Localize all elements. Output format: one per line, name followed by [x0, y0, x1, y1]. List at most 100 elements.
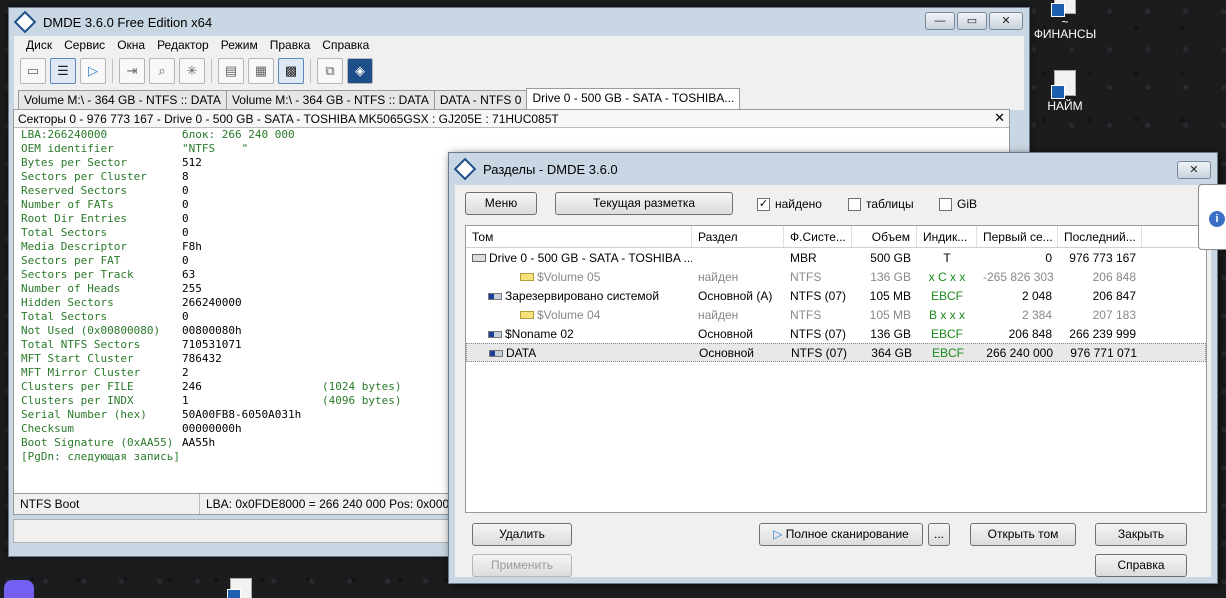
volume-name: Drive 0 - 500 GB - SATA - TOSHIBA ...	[489, 250, 692, 265]
cell-indicators: B x x x	[928, 307, 965, 322]
table-icon[interactable]: ▦	[248, 58, 274, 84]
column-header-partition[interactable]: Раздел	[692, 226, 784, 247]
cell-first-sector: 2 384	[1021, 307, 1052, 322]
goto-icon[interactable]: ⇥	[119, 58, 145, 84]
hex-field-name: Total NTFS Sectors	[21, 338, 141, 351]
minimize-button[interactable]: —	[925, 12, 955, 30]
hex-field-value: 0	[182, 254, 189, 267]
more-options-button[interactable]: ...	[928, 523, 950, 546]
column-header-fs[interactable]: Ф.Систе...	[784, 226, 852, 247]
main-titlebar[interactable]: DMDE 3.6.0 Free Edition x64 — ▭ ✕	[9, 8, 1029, 36]
gib-checkbox[interactable]: GiB	[939, 197, 977, 211]
menu-windows[interactable]: Окна	[111, 38, 151, 52]
menu-disk[interactable]: Диск	[20, 38, 58, 52]
folder-icon	[227, 578, 252, 598]
column-header-indicators[interactable]: Индик...	[917, 226, 977, 247]
open-volume-button[interactable]: Открыть том	[970, 523, 1076, 546]
column-header-size[interactable]: Объем	[852, 226, 917, 247]
table-row[interactable]: Зарезервировано системой Основной (A) NTFS…	[466, 286, 1206, 305]
menu-button[interactable]: Меню	[465, 192, 537, 215]
disk-icon[interactable]: ▭	[20, 58, 46, 84]
column-header-first-sector[interactable]: Первый се...	[977, 226, 1058, 247]
partitions-dialog: Разделы - DMDE 3.6.0 ✕ Меню Текущая разм…	[448, 152, 1218, 584]
close-dialog-button[interactable]: Закрыть	[1095, 523, 1187, 546]
tab-drive-0[interactable]: Drive 0 - 500 GB - SATA - TOSHIBA...	[526, 88, 741, 110]
volume-name: $Noname 02	[505, 326, 574, 341]
current-layout-button[interactable]: Текущая разметка	[555, 192, 733, 215]
find-icon[interactable]: ⌕	[149, 58, 175, 84]
cell-filesystem: MBR	[790, 250, 817, 265]
cell-partition: Основной (A)	[698, 288, 773, 303]
dialog-body: Меню Текущая разметка ✓ найдено таблицы …	[455, 185, 1211, 577]
viber-icon[interactable]	[4, 580, 34, 598]
table-row[interactable]: DATA Основной NTFS (07) 364 GB EBCF 266 240 0…	[466, 343, 1206, 362]
cell-indicators: EBCF	[930, 288, 963, 303]
maximize-button[interactable]: ▭	[957, 12, 987, 30]
menu-edit[interactable]: Правка	[264, 38, 317, 52]
hex-field-value: 710531071	[182, 338, 242, 351]
help-button[interactable]: Справка	[1095, 554, 1187, 577]
menu-service[interactable]: Сервис	[58, 38, 111, 52]
hex-field-name: Serial Number (hex)	[21, 408, 147, 421]
play-icon[interactable]: ▷	[80, 58, 106, 84]
split-icon[interactable]: ⧉	[317, 58, 343, 84]
tab-data-ntfs[interactable]: DATA - NTFS 0	[433, 90, 528, 110]
found-checkbox-label: найдено	[775, 197, 822, 211]
cell-partition: Основной	[698, 326, 754, 341]
hex-field-value: 00000000h	[182, 422, 242, 435]
cell-first-sector: 2 048	[1021, 288, 1052, 303]
desktop-icon-bottom[interactable]	[196, 578, 286, 598]
found-checkbox[interactable]: ✓ найдено	[757, 197, 822, 211]
cell-last-sector: 976 771 071	[1070, 345, 1137, 360]
cell-last-sector: 206 847	[1092, 288, 1136, 303]
status-right: LBA: 0x0FDE8000 = 266 240 000 Pos: 0x000…	[206, 497, 467, 511]
hex-field-note: (1024 bytes)	[322, 380, 402, 393]
desktop-icon-hiring[interactable]: НАЙМ	[1020, 70, 1110, 113]
cell-last-sector: 207 183	[1092, 307, 1136, 322]
desktop-icon-finance[interactable]: ~ ФИНАНСЫ	[1020, 0, 1110, 41]
grid-icon[interactable]: ▩	[278, 58, 304, 84]
hex-field-value: 0	[182, 310, 189, 323]
apply-button[interactable]: Применить	[472, 554, 572, 577]
cell-filesystem: NTFS (07)	[790, 288, 847, 303]
hex-field-name: Number of FATs	[21, 198, 114, 211]
menu-mode[interactable]: Режим	[215, 38, 264, 52]
menu-help[interactable]: Справка	[316, 38, 375, 52]
sectors-panel-title: Секторы 0 - 976 773 167 - Drive 0 - 500 …	[18, 111, 559, 126]
info-tooltip[interactable]: i	[1198, 184, 1226, 250]
template-icon[interactable]: ▤	[218, 58, 244, 84]
desktop-icon-label: ФИНАНСЫ	[1033, 27, 1097, 41]
dmde-partitions-icon[interactable]: ◈	[347, 58, 373, 84]
dialog-close-button[interactable]: ✕	[1177, 161, 1211, 179]
menu-editor[interactable]: Редактор	[151, 38, 215, 52]
panel-close-icon[interactable]: ✕	[994, 110, 1005, 126]
hex-view-icon[interactable]: ☰	[50, 58, 76, 84]
table-row[interactable]: $Volume 05 найден NTFS 136 GB x C x x -265 82…	[466, 267, 1206, 286]
hex-field-name: Root Dir Entries	[21, 212, 127, 225]
tables-checkbox[interactable]: таблицы	[848, 197, 914, 211]
tab-volume-m-1[interactable]: Volume M:\ - 364 GB - NTFS :: DATA	[18, 90, 227, 110]
hex-field-value: 255	[182, 282, 202, 295]
hex-field-name: Total Sectors	[21, 310, 108, 323]
table-row[interactable]: $Volume 04 найден NTFS 105 MB B x x x 2 384 20…	[466, 305, 1206, 324]
column-header-last-sector[interactable]: Последний...	[1058, 226, 1142, 247]
hex-field-value: 246	[182, 380, 202, 393]
dialog-titlebar[interactable]: Разделы - DMDE 3.6.0 ✕	[449, 153, 1217, 185]
cell-last-sector: 266 239 999	[1069, 326, 1136, 341]
table-row[interactable]: $Noname 02 Основной NTFS (07) 136 GB EBCF 206…	[466, 324, 1206, 343]
tab-volume-m-2[interactable]: Volume M:\ - 364 GB - NTFS :: DATA	[225, 90, 435, 110]
toolbar: ▭ ☰ ▷ ⇥ ⌕ ✳ ▤ ▦ ▩ ⧉ ◈	[14, 54, 1024, 88]
dialog-title: Разделы - DMDE 3.6.0	[483, 161, 618, 177]
new-icon[interactable]: ✳	[179, 58, 205, 84]
close-button[interactable]: ✕	[989, 12, 1023, 30]
table-row[interactable]: Drive 0 - 500 GB - SATA - TOSHIBA ... MBR…	[466, 248, 1206, 267]
cell-volume: $Volume 05	[466, 270, 692, 284]
full-scan-button[interactable]: ▷ Полное сканирование	[759, 523, 923, 546]
hex-row: LBA:266240000 блок: 266 240 000	[21, 128, 1009, 142]
partitions-table: Том Раздел Ф.Систе... Объем Индик... Пер…	[465, 225, 1207, 513]
delete-button[interactable]: Удалить	[472, 523, 572, 546]
cell-size: 136 GB	[870, 326, 911, 341]
cell-size: 105 MB	[869, 307, 911, 322]
column-header-volume[interactable]: Том	[466, 226, 692, 247]
info-icon: i	[1209, 211, 1225, 227]
